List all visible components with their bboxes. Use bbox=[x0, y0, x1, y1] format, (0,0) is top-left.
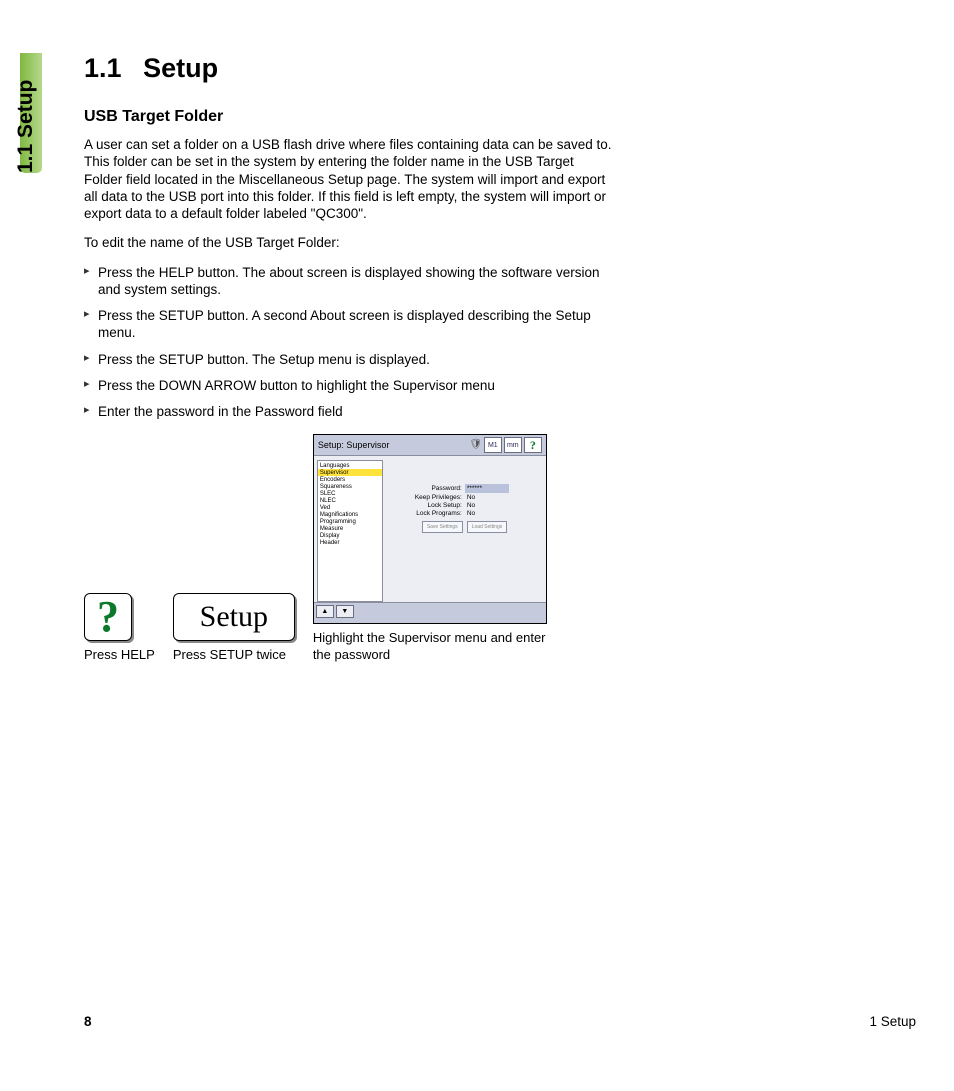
supervisor-footer: ▲ ▼ bbox=[314, 602, 546, 623]
help-button-icon: ? bbox=[84, 593, 132, 641]
sidebar-item-selected: Supervisor bbox=[318, 469, 382, 476]
side-section-label: 1.1 Setup bbox=[14, 80, 38, 173]
list-item: Press the HELP button. The about screen … bbox=[84, 264, 614, 299]
field-value: No bbox=[465, 494, 475, 501]
lock-icon: 🛡 bbox=[470, 437, 482, 451]
heading-number: 1.1 bbox=[84, 53, 122, 83]
mm-icon: mm bbox=[504, 437, 522, 453]
sidebar-item: Languages bbox=[318, 462, 382, 469]
up-arrow-icon: ▲ bbox=[316, 605, 334, 618]
sidebar-item: NLEC bbox=[318, 497, 382, 504]
body-paragraph: To edit the name of the USB Target Folde… bbox=[84, 234, 614, 251]
figure-caption: Press HELP bbox=[84, 647, 155, 664]
supervisor-screenshot: Setup: Supervisor 🛡 M1 mm ? Languages Su… bbox=[313, 434, 547, 624]
sidebar-item: Ved bbox=[318, 504, 382, 511]
page-heading: 1.1 Setup bbox=[84, 53, 614, 84]
steps-list: Press the HELP button. The about screen … bbox=[84, 264, 614, 421]
m1-icon: M1 bbox=[484, 437, 502, 453]
figure-supervisor: Setup: Supervisor 🛡 M1 mm ? Languages Su… bbox=[313, 434, 563, 663]
sidebar-item: Header bbox=[318, 539, 382, 546]
figures-row: ? Press HELP Setup Press SETUP twice Set… bbox=[84, 434, 614, 663]
supervisor-title: Setup: Supervisor bbox=[318, 440, 390, 450]
field-label: Lock Setup: bbox=[392, 502, 465, 509]
sidebar-item: Encoders bbox=[318, 476, 382, 483]
sidebar-item: Programming bbox=[318, 518, 382, 525]
footer-section: 1 Setup bbox=[869, 1014, 916, 1029]
sidebar-item: Squareness bbox=[318, 483, 382, 490]
sidebar-item: Display bbox=[318, 532, 382, 539]
list-item: Enter the password in the Password field bbox=[84, 403, 614, 420]
load-settings-button: Load Settings bbox=[467, 521, 508, 533]
page-footer: 8 1 Setup bbox=[84, 1014, 916, 1029]
list-item: Press the SETUP button. The Setup menu i… bbox=[84, 351, 614, 368]
list-item: Press the DOWN ARROW button to highlight… bbox=[84, 377, 614, 394]
figure-help: ? Press HELP bbox=[84, 593, 155, 664]
save-settings-button: Save Settings bbox=[422, 521, 463, 533]
page-number: 8 bbox=[84, 1014, 92, 1029]
supervisor-titlebar: Setup: Supervisor 🛡 M1 mm ? bbox=[314, 435, 546, 456]
sidebar-item: Measure bbox=[318, 525, 382, 532]
figure-caption: Highlight the Supervisor menu and enter … bbox=[313, 630, 563, 663]
sidebar-item: Magnifications bbox=[318, 511, 382, 518]
help-icon: ? bbox=[524, 437, 542, 453]
supervisor-main: Password: ****** Keep Privileges: No Loc… bbox=[386, 456, 546, 602]
supervisor-sidebar: Languages Supervisor Encoders Squareness… bbox=[317, 460, 383, 602]
down-arrow-icon: ▼ bbox=[336, 605, 354, 618]
field-value: No bbox=[465, 510, 475, 517]
password-field: ****** bbox=[465, 484, 509, 493]
field-label: Password: bbox=[392, 485, 465, 492]
figure-setup: Setup Press SETUP twice bbox=[173, 593, 295, 664]
field-label: Keep Privileges: bbox=[392, 494, 465, 501]
field-label: Lock Programs: bbox=[392, 510, 465, 517]
heading-text: Setup bbox=[143, 53, 218, 83]
field-value: No bbox=[465, 502, 475, 509]
figure-caption: Press SETUP twice bbox=[173, 647, 295, 664]
subsection-heading: USB Target Folder bbox=[84, 108, 614, 126]
list-item: Press the SETUP button. A second About s… bbox=[84, 307, 614, 342]
body-paragraph: A user can set a folder on a USB flash d… bbox=[84, 136, 614, 222]
sidebar-item: SLEC bbox=[318, 490, 382, 497]
setup-button-icon: Setup bbox=[173, 593, 295, 641]
